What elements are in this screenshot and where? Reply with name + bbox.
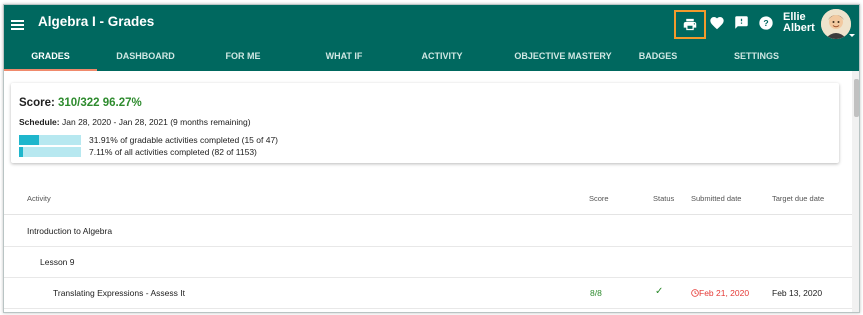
table-row[interactable]: Introduction to Algebra <box>4 216 852 247</box>
hamburger-menu-icon[interactable] <box>11 17 27 31</box>
score-summary-card: Score: 310/322 96.27% Schedule: Jan 28, … <box>11 83 839 163</box>
feedback-icon <box>735 16 748 29</box>
heart-icon <box>710 17 724 30</box>
column-header-score[interactable]: Score <box>589 194 609 203</box>
vertical-scrollbar[interactable] <box>852 71 859 312</box>
app-window: Algebra I - Grades ? Ellie Albert GRADES… <box>3 4 860 313</box>
tab-what-if[interactable]: WHAT IF <box>292 45 396 71</box>
grades-content: Score: 310/322 96.27% Schedule: Jan 28, … <box>4 71 852 312</box>
progress-track <box>19 135 81 145</box>
score-line: Score: 310/322 96.27% <box>19 97 142 109</box>
table-row[interactable]: Lesson 9 <box>4 247 852 278</box>
progress-fill <box>19 147 24 157</box>
tab-objective-mastery[interactable]: OBJECTIVE MASTERY <box>488 45 638 71</box>
column-header-activity[interactable]: Activity <box>27 194 51 203</box>
app-bar: Algebra I - Grades ? Ellie Albert GRADES… <box>4 5 859 71</box>
tab-activity[interactable]: ACTIVITY <box>396 45 488 71</box>
tab-badges[interactable]: BADGES <box>638 45 678 71</box>
avatar-image <box>821 9 851 39</box>
submitted-date-text: Feb 21, 2020 <box>699 288 750 298</box>
activity-score: 8/8 <box>590 288 602 298</box>
tab-settings[interactable]: SETTINGS <box>714 45 799 71</box>
schedule-text: Jan 28, 2020 - Jan 28, 2021 (9 months re… <box>62 117 251 127</box>
svg-text:?: ? <box>763 18 768 28</box>
user-name[interactable]: Ellie Albert <box>783 12 819 34</box>
print-icon <box>683 18 697 31</box>
column-header-status[interactable]: Status <box>653 194 674 203</box>
status-check-icon: ✓ <box>655 286 664 297</box>
help-icon: ? <box>759 16 773 30</box>
tab-for-me[interactable]: FOR ME <box>194 45 292 71</box>
progress-fill <box>19 135 39 145</box>
score-label: Score: <box>19 97 55 109</box>
column-header-target-due-date[interactable]: Target due date <box>772 194 824 203</box>
schedule-line: Schedule: Jan 28, 2020 - Jan 28, 2021 (9… <box>19 117 251 127</box>
target-due-date: Feb 13, 2020 <box>772 288 823 298</box>
score-value: 310/322 96.27% <box>58 97 142 109</box>
activity-name: Translating Expressions - Assess It <box>53 288 185 298</box>
progress-track <box>19 147 81 157</box>
tab-bar: GRADES DASHBOARD FOR ME WHAT IF ACTIVITY… <box>4 45 859 71</box>
favorite-button[interactable] <box>709 15 727 33</box>
column-header-submitted-date[interactable]: Submitted date <box>691 194 741 203</box>
scrollbar-thumb[interactable] <box>854 79 859 117</box>
table-row[interactable]: Translating Expressions - Assess It 8/8 … <box>4 278 852 309</box>
help-button[interactable]: ? <box>758 15 776 33</box>
avatar[interactable] <box>821 9 851 39</box>
table-header: Activity Score Status Submitted date Tar… <box>4 185 852 215</box>
chevron-down-icon[interactable] <box>849 34 855 37</box>
feedback-button[interactable] <box>734 15 752 33</box>
tab-dashboard[interactable]: DASHBOARD <box>97 45 194 71</box>
tab-grades[interactable]: GRADES <box>4 45 97 71</box>
late-clock-icon <box>691 289 699 297</box>
activity-name: Introduction to Algebra <box>27 226 113 236</box>
user-last-name: Albert <box>783 22 815 34</box>
print-button[interactable] <box>674 10 706 39</box>
schedule-label: Schedule: <box>19 117 60 127</box>
activity-name: Lesson 9 <box>40 257 75 267</box>
progress-text: 31.91% of gradable activities completed … <box>89 135 279 145</box>
page-title: Algebra I - Grades <box>38 14 155 29</box>
submitted-date: Feb 21, 2020 <box>691 288 749 298</box>
progress-text: 7.11% of all activities completed (82 of… <box>89 147 257 157</box>
